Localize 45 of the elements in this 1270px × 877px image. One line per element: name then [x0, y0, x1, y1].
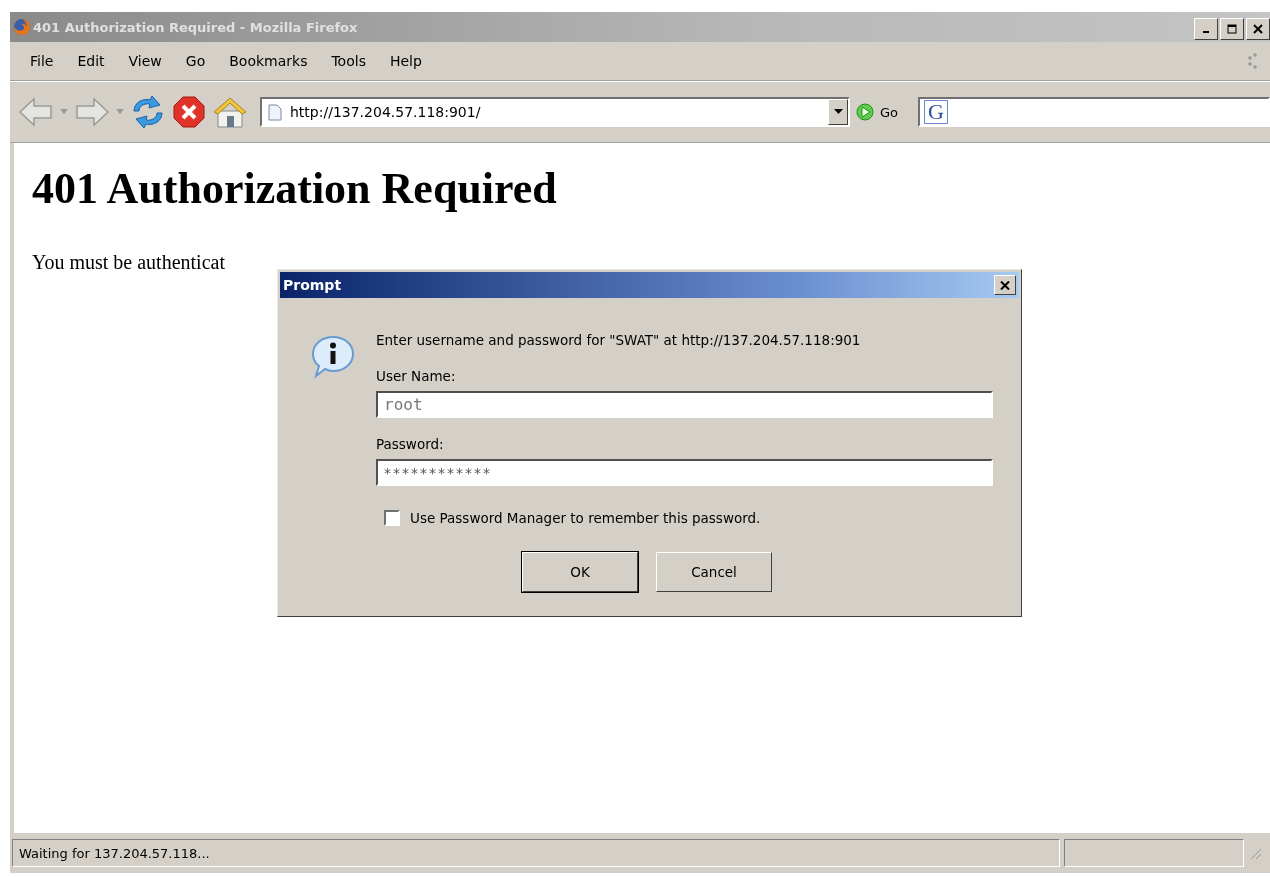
minimize-button[interactable] [1194, 18, 1218, 40]
back-arrow-icon[interactable] [18, 96, 54, 128]
search-field[interactable]: G [918, 97, 1270, 127]
menu-item[interactable]: Go [173, 53, 218, 69]
cancel-button[interactable]: Cancel [656, 552, 772, 592]
status-text: Waiting for 137.204.57.118... [12, 839, 1060, 867]
page-text: You must be authenticat [32, 251, 225, 274]
password-field[interactable]: ************ [376, 459, 993, 486]
maximize-button[interactable] [1220, 18, 1244, 40]
maximize-icon [1227, 24, 1237, 34]
minimize-icon [1203, 31, 1209, 33]
menu-item[interactable]: File [18, 53, 66, 69]
caret-icon [833, 109, 843, 115]
window-title: 401 Authorization Required - Mozilla Firefox [33, 19, 358, 35]
close-icon [1253, 24, 1263, 34]
dropdown-button[interactable] [828, 99, 848, 125]
menu-item[interactable]: Bookmarks [217, 53, 320, 69]
address-field[interactable]: http://137.204.57.118:901/ [260, 97, 850, 127]
checkbox-label: Use Password Manager to remember this password. [410, 510, 761, 526]
home-icon[interactable] [212, 95, 248, 129]
resize-grip-icon[interactable] [1248, 846, 1262, 860]
checkbox[interactable] [384, 510, 400, 526]
stop-icon[interactable] [172, 95, 206, 129]
throbber-icon [1246, 52, 1264, 70]
page-heading: 401 Authorization Required [32, 163, 558, 215]
close-icon [1000, 280, 1010, 290]
reload-icon[interactable] [130, 95, 166, 129]
field-label: Password: [376, 435, 445, 454]
field-label: User Name: [376, 367, 457, 386]
forward-arrow-icon[interactable] [74, 96, 110, 128]
menu-item[interactable]: View [116, 53, 174, 69]
username-field[interactable]: root [376, 391, 993, 418]
dialog-message: Enter username and password for "SWAT" at http://137.204.57.118:901 [376, 331, 862, 350]
globe-icon [13, 18, 31, 36]
close-button[interactable] [1246, 18, 1270, 40]
info-icon [310, 334, 356, 380]
go-button[interactable]: Go [880, 104, 899, 120]
close-button[interactable] [994, 275, 1016, 295]
go-icon[interactable] [856, 103, 874, 121]
menu-item[interactable]: Edit [65, 53, 117, 69]
menu-item[interactable]: Help [377, 53, 434, 69]
ok-button[interactable]: OK [522, 552, 638, 592]
dialog-title: Prompt [283, 277, 342, 293]
page-icon [268, 103, 282, 121]
menu-item[interactable]: Tools [319, 53, 378, 69]
